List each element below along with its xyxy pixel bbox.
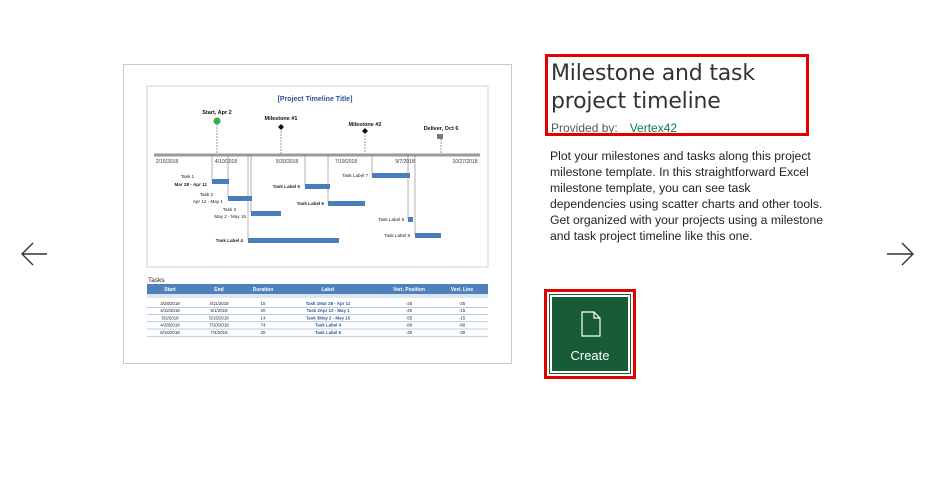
task-label: Task Label 5 (273, 184, 301, 189)
milestone-label: Milestone #1 (264, 116, 297, 122)
provider-link[interactable]: Vertex42 (630, 121, 677, 135)
task-bar (408, 217, 413, 222)
table-header-cell: Vert. Line (451, 287, 474, 293)
table-cell: -80 (406, 323, 413, 328)
task-bar (248, 238, 339, 243)
task-bar (251, 211, 281, 216)
tasks-table-header (147, 284, 488, 294)
table-cell: 5/15/2018 (209, 315, 229, 320)
provided-by-label: Provided by: (551, 121, 618, 135)
previous-template-button[interactable] (19, 238, 51, 270)
preview-chart-title: [Project Timeline Title] (278, 96, 353, 103)
task-bar (212, 179, 229, 184)
template-title: Milestone and task project timeline (551, 61, 755, 114)
table-cell: 4/28/2018 (160, 323, 180, 328)
task-label: Task Label 8 (378, 217, 404, 222)
create-button-highlight: Create (544, 289, 636, 379)
table-cell: 4/11/2018 (209, 301, 229, 306)
provider-line: Provided by: Vertex42 (551, 121, 806, 135)
table-cell: -25 (459, 301, 466, 306)
milestone-label: Milestone #2 (348, 122, 381, 128)
axis-date-label: 2/15/2018 (156, 159, 178, 165)
task-label: Task Label 9 (384, 233, 410, 238)
table-cell: 3/28/2018 (160, 301, 180, 306)
table-cell: 20 (261, 330, 266, 335)
template-preview-image: [Project Timeline Title] Start, Apr 2 Mi… (123, 64, 512, 364)
task-bar (328, 201, 365, 206)
table-cell: 20 (261, 308, 266, 313)
table-header-cell: Label (321, 287, 335, 293)
table-cell: 14 (261, 315, 266, 320)
task-label: Task Label 6 (297, 201, 325, 206)
table-cell: 74 (261, 323, 266, 328)
task-label: Task 2 (200, 192, 214, 197)
table-cell: 4/12/2018 (160, 308, 180, 313)
milestone-label: Start, Apr 2 (202, 110, 231, 116)
table-cell: -25 (406, 301, 413, 306)
task-bar (305, 184, 330, 189)
table-cell: Task Label 4 (315, 323, 342, 328)
template-description: Plot your milestones and tasks along thi… (550, 149, 824, 243)
create-label: Create (570, 348, 610, 363)
axis-date-label: 5/30/2018 (276, 159, 298, 165)
task-label: Apr 12 - May 1 (193, 199, 224, 204)
table-cell: Task Label 5 (315, 330, 342, 335)
milestone-label: Deliver, Oct 6 (424, 126, 459, 132)
table-cell: -15 (459, 315, 466, 320)
next-template-button[interactable] (884, 238, 916, 270)
axis-date-label: 7/19/2018 (335, 159, 357, 165)
axis-date-label: 9/7/2018 (395, 159, 415, 165)
table-cell: -15 (459, 308, 466, 313)
table-cell: -30 (406, 330, 413, 335)
task-label: Task Label 7 (342, 173, 368, 178)
task-label: Mar 28 - Apr 11 (174, 182, 207, 187)
table-cell: 6/15/2018 (160, 330, 180, 335)
task-label: May 2 - May 15 (214, 214, 246, 219)
table-cell: -55 (406, 315, 413, 320)
table-cell: 7/10/2018 (209, 323, 229, 328)
table-header-cell: End (214, 287, 223, 293)
axis-date-label: 4/10/2018 (215, 159, 237, 165)
create-button[interactable]: Create (549, 294, 631, 374)
task-bar (415, 233, 441, 238)
table-cell: -30 (459, 330, 466, 335)
table-cell: Task 1Mar 28 - Apr 11 (306, 301, 351, 306)
axis-date-label: 10/27/2018 (452, 159, 477, 165)
task-label: Task Label 4 (216, 238, 244, 243)
table-cell: 7/4/2018 (210, 330, 228, 335)
arrow-right-icon (887, 242, 914, 266)
table-cell: Task 2Apr 12 - May 1 (306, 308, 350, 313)
table-header-cell: Duration (253, 287, 274, 293)
task-label: Task 1 (181, 174, 195, 179)
table-cell: Task 3May 2 - May 15 (306, 315, 351, 320)
task-label: Task 3 (223, 207, 237, 212)
table-cell: -40 (406, 308, 413, 313)
document-icon (581, 311, 601, 337)
task-bar (228, 196, 252, 201)
arrow-left-icon (21, 242, 47, 266)
table-header-cell: Vert. Position (393, 287, 425, 293)
milestone-marker (213, 117, 221, 125)
table-cell: 15 (261, 301, 266, 306)
table-cell: -80 (459, 323, 466, 328)
tasks-heading: Tasks (148, 277, 165, 284)
template-title-box: Milestone and task project timeline Prov… (545, 54, 809, 136)
table-header-cell: Start (164, 287, 176, 293)
table-cell: 5/2/2018 (161, 315, 179, 320)
task-bar (372, 173, 410, 178)
flag-icon (437, 134, 443, 139)
table-cell: 5/1/2018 (210, 308, 228, 313)
